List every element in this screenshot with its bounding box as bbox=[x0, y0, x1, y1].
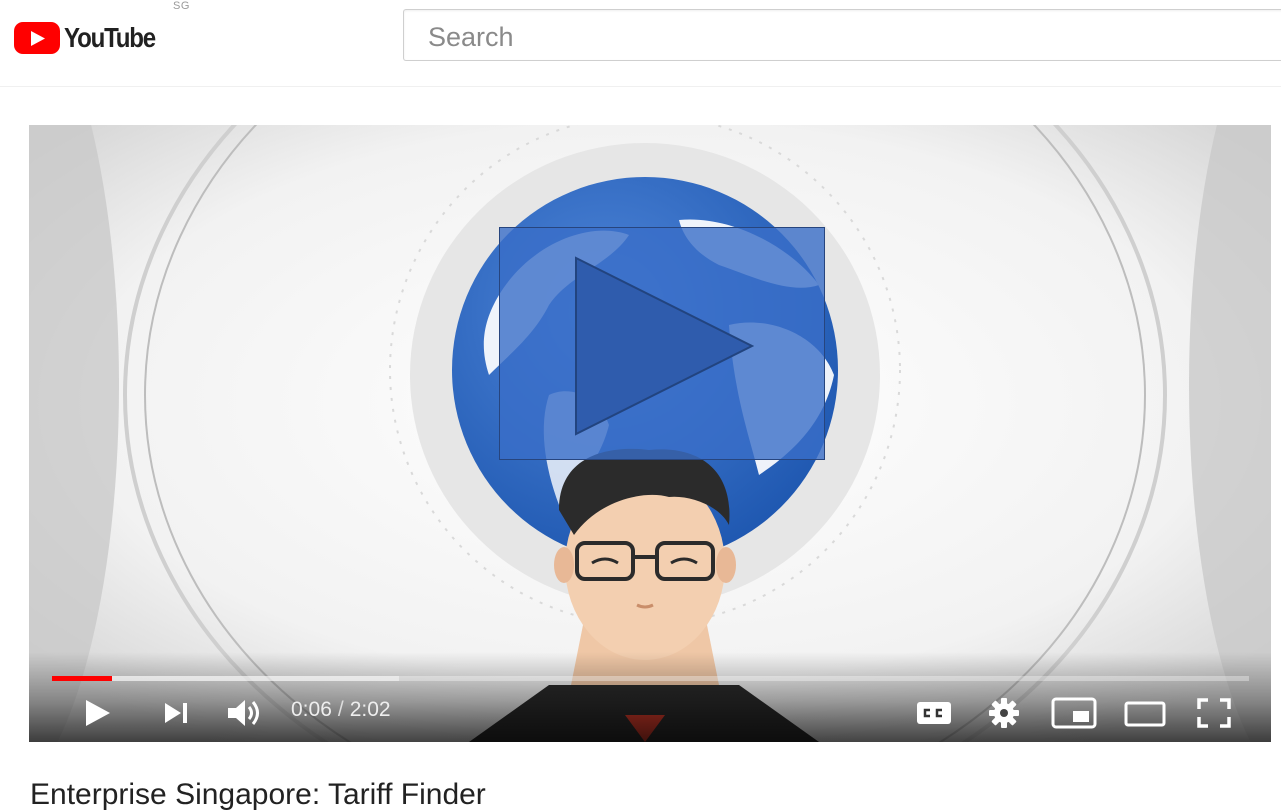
time-duration: 2:02 bbox=[349, 698, 391, 721]
volume-icon bbox=[228, 700, 259, 726]
logo-text: YouTube bbox=[64, 22, 156, 53]
masthead: YouTube SG bbox=[0, 0, 1281, 87]
volume-button[interactable] bbox=[224, 693, 266, 733]
search-box[interactable] bbox=[403, 9, 1281, 61]
time-separator: / bbox=[337, 698, 344, 721]
region-code: SG bbox=[173, 0, 190, 12]
captions-icon bbox=[917, 702, 951, 724]
theater-button[interactable] bbox=[1122, 697, 1168, 731]
settings-icon bbox=[989, 698, 1019, 728]
miniplayer-icon bbox=[1051, 697, 1097, 729]
captions-button[interactable] bbox=[913, 695, 955, 731]
settings-button[interactable] bbox=[984, 693, 1024, 733]
search-input[interactable] bbox=[426, 21, 1230, 53]
fullscreen-icon bbox=[1197, 698, 1231, 728]
next-icon bbox=[165, 703, 187, 723]
play-icon bbox=[575, 256, 754, 436]
time-display: 0:06 / 2:02 bbox=[291, 698, 391, 722]
next-button[interactable] bbox=[158, 695, 194, 731]
big-play-button[interactable] bbox=[499, 227, 825, 460]
time-current: 0:06 bbox=[291, 698, 332, 721]
played-bar bbox=[52, 676, 112, 681]
play-icon bbox=[86, 700, 110, 726]
miniplayer-button[interactable] bbox=[1049, 693, 1099, 733]
play-button[interactable] bbox=[78, 693, 118, 733]
youtube-play-icon bbox=[14, 22, 60, 54]
video-title: Enterprise Singapore: Tariff Finder bbox=[30, 778, 486, 811]
theater-icon bbox=[1124, 701, 1166, 727]
progress-bar[interactable] bbox=[52, 676, 1249, 681]
youtube-logo[interactable]: YouTube bbox=[14, 20, 170, 56]
fullscreen-button[interactable] bbox=[1194, 695, 1234, 731]
